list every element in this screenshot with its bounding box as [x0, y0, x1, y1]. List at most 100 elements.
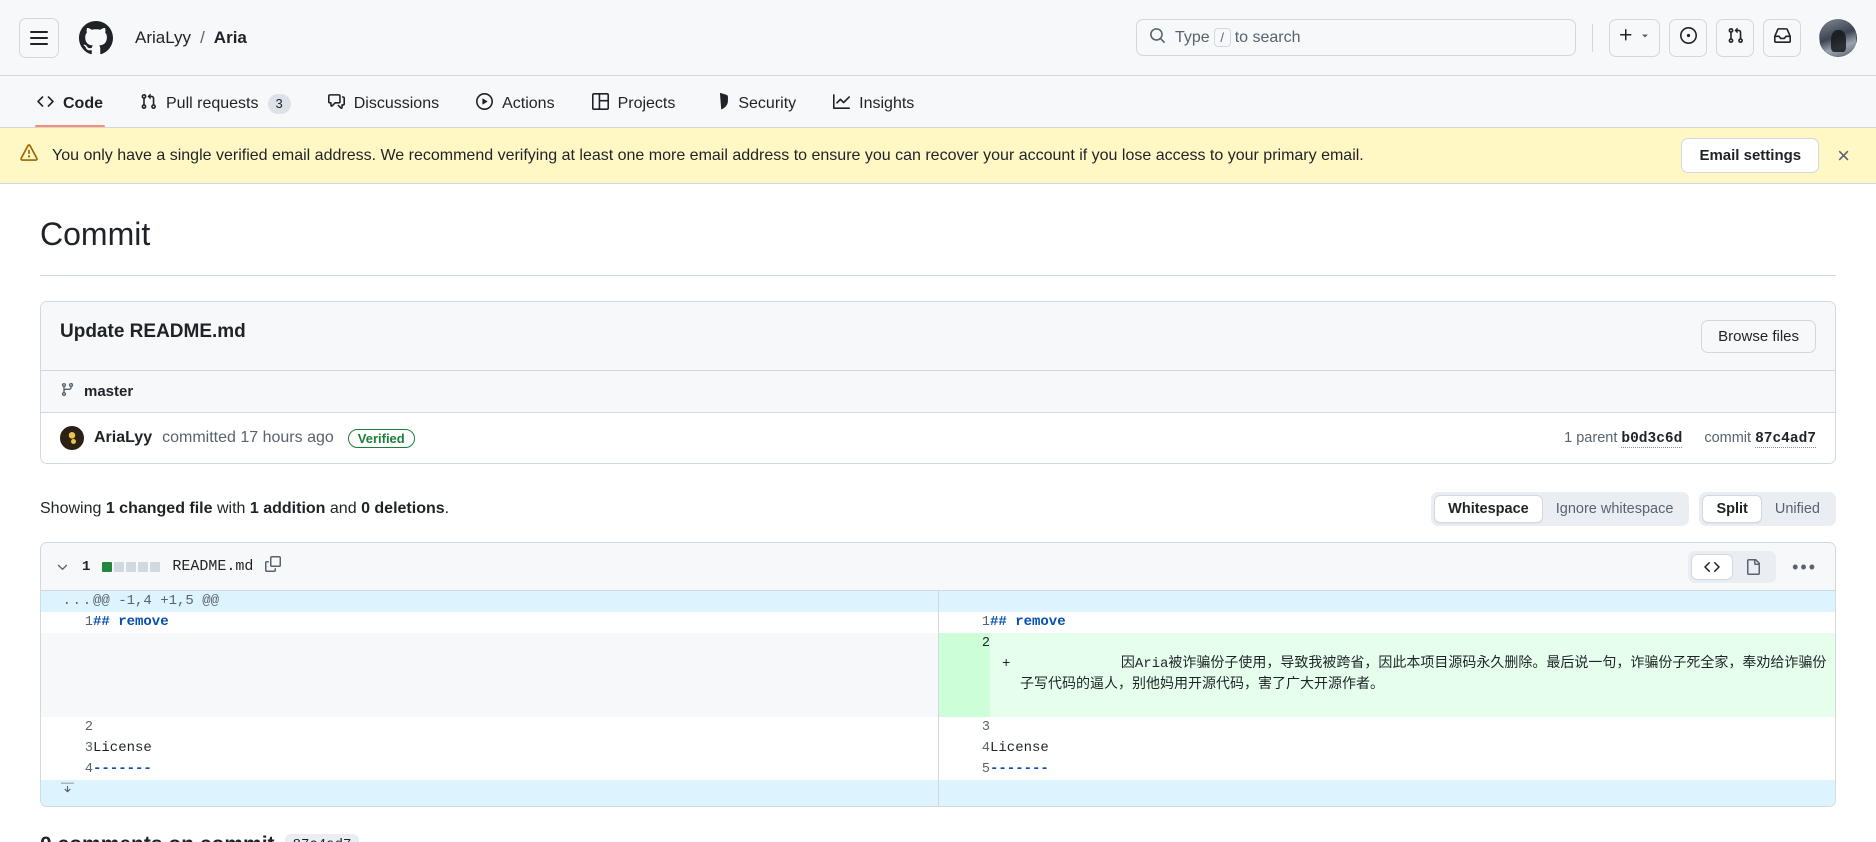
expand-cell-line-right	[938, 780, 990, 806]
alert-icon	[20, 144, 38, 167]
commit-sha-group: 1 parent b0d3c6d commit 87c4ad7	[1564, 430, 1816, 448]
diff-stat-block-add	[102, 561, 113, 572]
pull-requests-counter: 3	[267, 94, 291, 114]
avatar[interactable]	[1819, 18, 1857, 57]
commit-timestamp: committed 17 hours ago	[162, 429, 334, 446]
comment-discussion-icon	[327, 93, 345, 115]
commit-branch-row: master	[41, 370, 1835, 412]
parent-commit: 1 parent b0d3c6d	[1564, 430, 1683, 448]
hunk-header-right	[990, 591, 1835, 612]
unified-view-option[interactable]: Unified	[1762, 496, 1833, 522]
verified-badge[interactable]: Verified	[347, 428, 415, 448]
tab-code-label: Code	[63, 95, 103, 112]
table-row: 2 + 因Aria被诈骗份子使用，导致我被跨省，因此本项目源码永久删除。最后说一句…	[41, 633, 1835, 717]
code-icon	[37, 93, 54, 115]
commit-sha[interactable]: 87c4ad7	[1755, 430, 1816, 448]
view-rendered-file-button[interactable]	[1733, 554, 1773, 580]
github-logo-icon[interactable]	[79, 20, 113, 55]
global-header: AriaLyy / Aria Type / to search	[0, 0, 1876, 76]
summary-prefix: Showing	[40, 500, 102, 517]
summary-and: and	[329, 500, 357, 517]
ignore-whitespace-option[interactable]: Ignore whitespace	[1543, 496, 1687, 522]
pull-requests-button[interactable]	[1716, 18, 1754, 57]
code-text-right: -------	[990, 761, 1049, 777]
diff-summary-text: Showing 1 changed file with 1 addition a…	[40, 500, 449, 518]
addition-marker: +	[1002, 656, 1011, 672]
expand-diff-row[interactable]	[41, 780, 1835, 806]
whitespace-option[interactable]: Whitespace	[1434, 495, 1543, 523]
chevron-down-icon[interactable]	[55, 559, 70, 574]
line-number-right[interactable]: 5	[938, 759, 990, 780]
expand-cell-right	[990, 780, 1835, 806]
table-row: 3 License 4 License	[41, 738, 1835, 759]
expand-cell-left	[93, 780, 939, 806]
summary-period: .	[444, 500, 450, 517]
tab-insights[interactable]: Insights	[823, 93, 924, 127]
comments-commit-sha[interactable]: 87c4ad7	[284, 834, 360, 842]
code-cell-left-empty	[93, 633, 939, 717]
line-number-left[interactable]: 3	[41, 738, 93, 759]
code-cell-right	[990, 717, 1835, 738]
kebab-horizontal-icon[interactable]: •••	[1786, 558, 1823, 576]
expand-down-icon[interactable]	[41, 780, 93, 806]
tab-pull-requests[interactable]: Pull requests 3	[130, 93, 301, 127]
chevron-down-icon	[1639, 29, 1651, 47]
create-new-button[interactable]	[1609, 18, 1660, 57]
commit-sha-wrap: commit 87c4ad7	[1704, 430, 1816, 448]
breadcrumb: AriaLyy / Aria	[135, 28, 247, 48]
search-input[interactable]: Type / to search	[1136, 19, 1576, 56]
code-cell-left: License	[93, 738, 939, 759]
browse-files-button[interactable]: Browse files	[1701, 320, 1816, 353]
branch-name[interactable]: master	[84, 383, 133, 400]
author-name[interactable]: AriaLyy	[94, 429, 152, 447]
search-slash-key: /	[1213, 28, 1231, 47]
file-change-count: 1	[82, 558, 91, 575]
parent-sha[interactable]: b0d3c6d	[1621, 430, 1683, 448]
hamburger-icon-line	[30, 36, 48, 39]
notifications-button[interactable]	[1763, 18, 1801, 57]
line-number-right[interactable]: 3	[938, 717, 990, 738]
tab-projects[interactable]: Projects	[582, 93, 686, 127]
code-text-left: ## remove	[93, 614, 169, 630]
close-icon[interactable]: ×	[1833, 144, 1854, 167]
comments-title: 0 comments on commit	[40, 833, 275, 842]
repository-nav: Code Pull requests 3 Discussions Actions…	[0, 76, 1876, 128]
hunk-marker[interactable]: ...	[41, 591, 93, 612]
file-view-toggle-group	[1688, 550, 1777, 583]
line-number-left[interactable]: 1	[41, 612, 93, 633]
copy-icon[interactable]	[265, 556, 282, 577]
file-diff-box: 1 README.md ••• ... @@ -1,4 +1,5 @@ 1 ##…	[40, 542, 1836, 807]
line-number-left[interactable]: 2	[41, 717, 93, 738]
line-number-right[interactable]: 2	[938, 633, 990, 717]
line-number-right[interactable]: 4	[938, 738, 990, 759]
summary-changed-files: 1 changed file	[105, 500, 213, 517]
git-pull-request-icon	[140, 93, 157, 115]
code-cell-left: -------	[93, 759, 939, 780]
breadcrumb-repo[interactable]: Aria	[214, 28, 247, 48]
tab-projects-label: Projects	[617, 95, 676, 112]
tab-discussions[interactable]: Discussions	[318, 93, 449, 127]
split-view-option[interactable]: Split	[1702, 495, 1762, 523]
tab-security[interactable]: Security	[702, 93, 806, 127]
issue-opened-icon	[1679, 26, 1697, 49]
commit-author-row: AriaLyy committed 17 hours ago Verified …	[41, 412, 1835, 463]
author-avatar[interactable]	[60, 426, 84, 450]
view-source-diff-button[interactable]	[1691, 553, 1734, 580]
tab-code[interactable]: Code	[27, 93, 113, 127]
issues-button[interactable]	[1669, 18, 1707, 57]
code-text-right: 因Aria被诈骗份子使用，导致我被跨省，因此本项目源码永久删除。最后说一句，诈骗…	[1020, 656, 1827, 693]
play-icon	[476, 93, 494, 115]
page-title: Commit	[40, 184, 1836, 276]
file-name[interactable]: README.md	[172, 558, 253, 575]
breadcrumb-owner[interactable]: AriaLyy	[135, 28, 191, 48]
git-pull-request-icon	[1727, 27, 1744, 49]
email-settings-button[interactable]: Email settings	[1681, 138, 1820, 173]
diff-hunk-header-row: ... @@ -1,4 +1,5 @@	[41, 591, 1835, 612]
tab-discussions-label: Discussions	[353, 95, 440, 112]
tab-actions[interactable]: Actions	[466, 93, 564, 127]
hamburger-menu-button[interactable]	[19, 17, 59, 58]
whitespace-toggle-group: Whitespace Ignore whitespace	[1431, 492, 1690, 526]
line-number-right[interactable]: 1	[938, 612, 990, 633]
expand-arrow-glyph	[41, 780, 93, 795]
line-number-left[interactable]: 4	[41, 759, 93, 780]
